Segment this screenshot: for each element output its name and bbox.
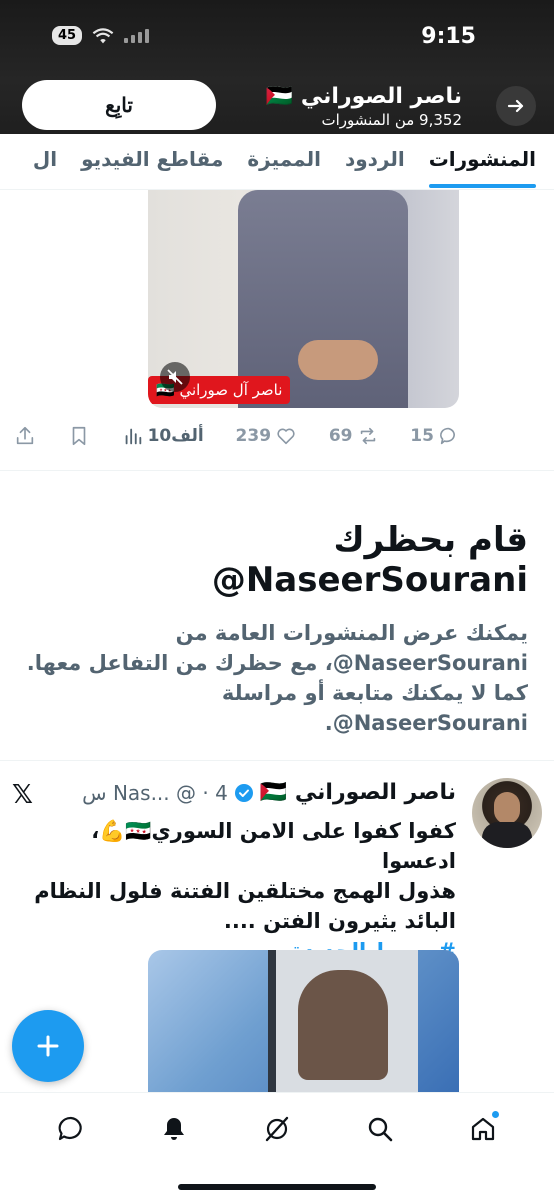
nav-notifications[interactable]: [150, 1109, 198, 1149]
tweet-media-image[interactable]: [148, 950, 459, 1092]
views-button[interactable]: 10ألف: [122, 425, 204, 447]
bell-icon: [164, 1118, 185, 1140]
back-button[interactable]: [496, 86, 536, 126]
post-actions: 10ألف 239 69 15: [14, 420, 460, 452]
tab-highlights[interactable]: المميزة: [247, 134, 321, 189]
blocked-title: قام بحظرك NaseerSourani@: [211, 520, 528, 600]
wifi-icon: [92, 27, 114, 43]
heart-icon: [277, 428, 295, 445]
signal-icon: [124, 28, 150, 43]
reply-button[interactable]: 15: [410, 425, 460, 447]
tab-more[interactable]: ال: [33, 134, 57, 189]
share-button[interactable]: [14, 425, 36, 447]
profile-meta: ناصر الصوراني 🇵🇸 9,352 من المنشورات: [266, 84, 462, 129]
grok-icon: [265, 1116, 289, 1142]
battery-icon: 45: [52, 26, 83, 45]
avatar[interactable]: [472, 778, 542, 848]
repost-button[interactable]: 69: [329, 425, 379, 447]
profile-tabs: المنشورات الردود المميزة مقاطع الفيديو ا…: [0, 134, 554, 190]
verified-badge-icon: [234, 783, 253, 802]
like-button[interactable]: 239: [236, 425, 298, 447]
chat-bubble-icon: [59, 1116, 83, 1141]
nav-messages[interactable]: [47, 1109, 95, 1149]
nav-home[interactable]: [459, 1109, 507, 1149]
views-chart-icon: [125, 428, 141, 445]
blocked-body: يمكنك عرض المنشورات العامة من NaseerSour…: [26, 621, 528, 735]
notification-dot: [491, 1111, 499, 1118]
nav-grok[interactable]: [253, 1109, 301, 1149]
compose-button[interactable]: [12, 1010, 84, 1082]
divider: [0, 760, 554, 761]
tweet-handle-time: Nas... @ · 4 س: [82, 780, 228, 805]
follow-button[interactable]: تابِع: [22, 80, 216, 130]
post-video-thumbnail[interactable]: ناصر آل صوراني 🇸🇾: [148, 190, 459, 408]
nav-search[interactable]: [356, 1109, 404, 1149]
x-logo-icon: 𝕏: [12, 780, 33, 810]
replies-count: 15: [410, 426, 434, 446]
divider: [0, 470, 554, 471]
repost-icon: [360, 427, 375, 445]
tab-posts[interactable]: المنشورات: [428, 134, 537, 189]
home-indicator: [178, 1184, 376, 1190]
profile-header: 45 9:15 تابِع ناصر الصوراني 🇵🇸 9,352 من …: [0, 0, 554, 134]
share-icon: [16, 426, 34, 445]
bookmark-icon: [72, 426, 86, 446]
tweet-author-name[interactable]: ناصر الصوراني 🇵🇸: [260, 780, 456, 805]
mute-button[interactable]: [160, 362, 190, 392]
plus-icon: [37, 1035, 59, 1057]
bookmark-button[interactable]: [68, 425, 90, 447]
tweet-header: ناصر الصوراني 🇵🇸 Nas... @ · 4 س: [82, 780, 456, 805]
reposts-count: 69: [328, 426, 353, 446]
reply-bubble-icon: [440, 427, 455, 445]
tab-videos[interactable]: مقاطع الفيديو: [81, 134, 223, 189]
tweet-text: كفوا كفوا على الامن السوري🇸🇾💪، ادعسوا هذ…: [16, 816, 456, 966]
blocked-notice: قام بحظرك NaseerSourani@ يمكنك عرض المنش…: [18, 520, 528, 738]
profile-name: ناصر الصوراني 🇵🇸: [265, 84, 462, 109]
post-count: 9,352 من المنشورات: [321, 111, 462, 129]
tab-replies[interactable]: الردود: [345, 134, 405, 189]
muted-speaker-icon: [167, 369, 183, 385]
views-count: 10ألف: [147, 426, 204, 446]
search-icon: [368, 1117, 393, 1142]
likes-count: 239: [235, 426, 272, 446]
arrow-right-icon: [507, 99, 524, 113]
status-time: 9:15: [421, 24, 476, 49]
status-icons: 45: [52, 26, 150, 45]
home-icon: [471, 1117, 494, 1141]
